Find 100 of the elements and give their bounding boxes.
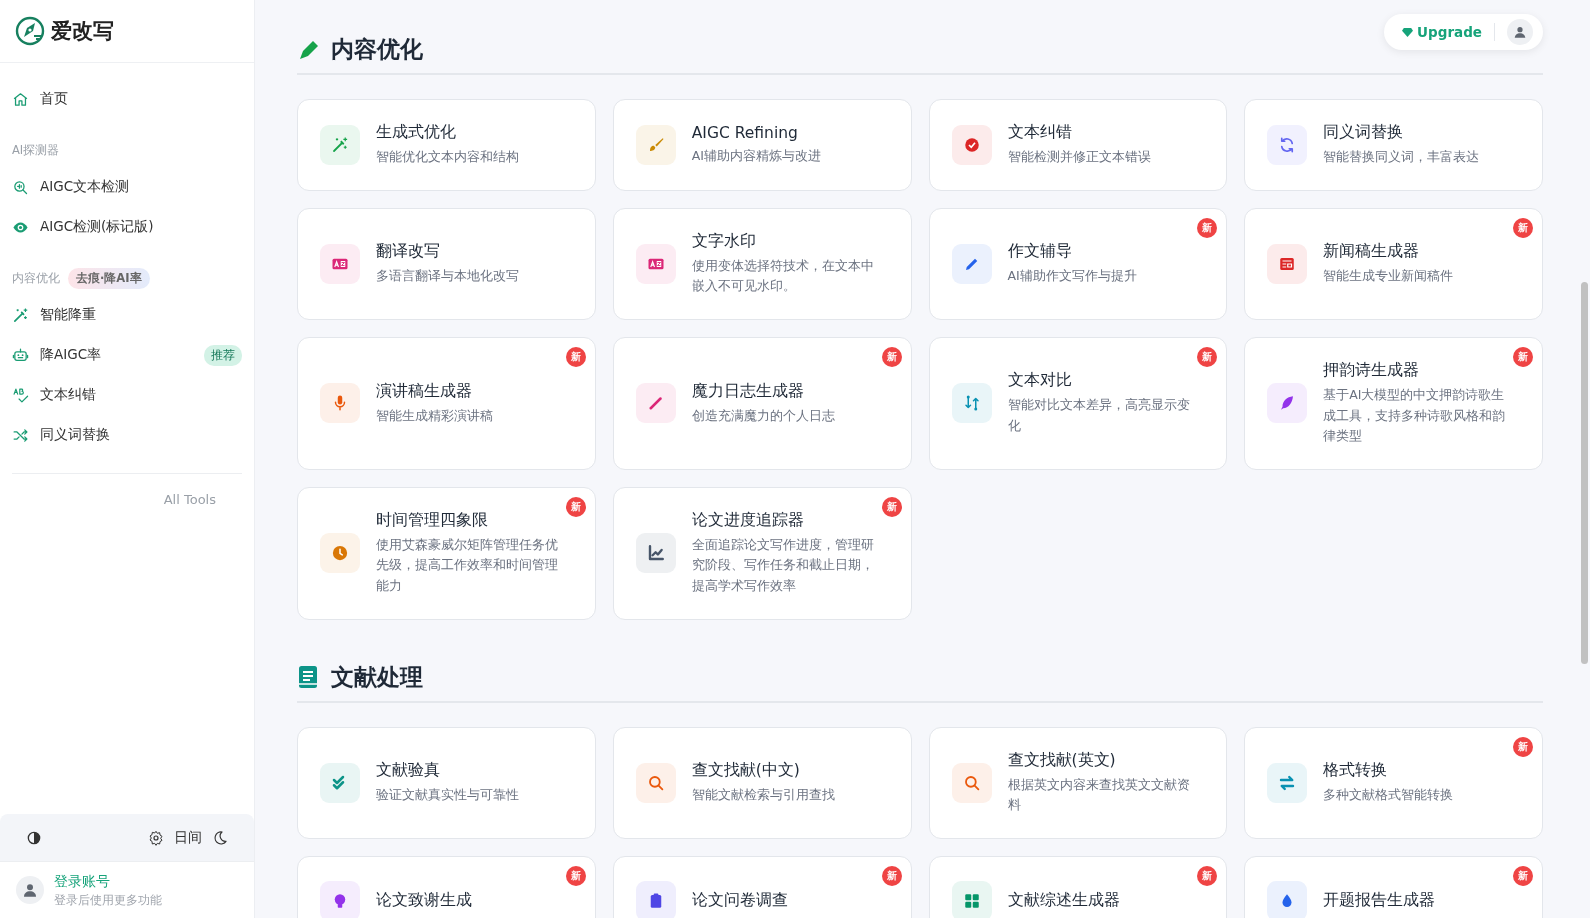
spellcheck-icon (12, 386, 29, 404)
group-label: AI探测器 (12, 142, 60, 158)
robot-icon (12, 346, 29, 364)
tool-card[interactable]: 同义词替换 智能替换同义词，丰富表达 (1244, 99, 1543, 191)
card-description: 基于AI大模型的中文押韵诗歌生成工具，支持多种诗歌风格和韵律类型 (1323, 385, 1507, 446)
card-description: 智能检测并修正文本错误 (1007, 148, 1151, 166)
tool-card[interactable]: AIGC Refining AI辅助内容精炼与改进 (612, 99, 912, 191)
tool-card[interactable]: 查文找献(英文) 根据英文内容来查找英文文献资料 (928, 726, 1228, 839)
card-title: 魔力日志生成器 (691, 380, 805, 402)
card-title: 押韵诗生成器 (1323, 359, 1421, 381)
new-badge: 新 (1513, 346, 1533, 367)
card-title: 时间管理四象限 (376, 509, 489, 531)
tool-card[interactable]: 文献验真 验证文献真实性与可靠性 (297, 726, 596, 839)
recommend-badge: 推荐 (204, 344, 242, 366)
new-badge: 新 (1513, 865, 1533, 886)
card-title: 论文问卷调查 (691, 890, 788, 912)
group-tag: 去痕·降AI率 (68, 267, 150, 289)
nav-item[interactable]: 智能降重 (12, 295, 242, 335)
card-title: 生成式优化 (376, 122, 457, 143)
tool-card[interactable]: 新 论文问卷调查 (612, 855, 912, 918)
tool-card[interactable]: 新 文本对比 智能对比文本差异，高亮显示变化 (928, 336, 1228, 470)
card-title: 查文找献(英文) (1007, 749, 1117, 771)
card-title: 文本对比 (1007, 370, 1073, 392)
contrast-icon[interactable] (26, 829, 42, 846)
tool-card[interactable]: 新 文献综述生成器 (928, 855, 1228, 918)
home-icon (12, 90, 29, 108)
new-badge: 新 (881, 865, 902, 886)
new-badge: 新 (1513, 736, 1533, 757)
nav-item[interactable]: 同义词替换 (12, 415, 242, 455)
tool-card[interactable]: 新 格式转换 多种文献格式智能转换 (1244, 726, 1543, 839)
nav-item[interactable]: AIGC文本检测 (12, 167, 242, 207)
tool-card[interactable]: 新 作文辅导 AI辅助作文写作与提升 (928, 207, 1228, 320)
diamond-icon (1402, 26, 1414, 38)
card-title: 论文进度追踪器 (691, 509, 805, 531)
tool-card[interactable]: 新 新闻稿生成器 智能生成专业新闻稿件 (1244, 207, 1543, 320)
card-description: 根据英文内容来查找英文文献资料 (1007, 775, 1191, 815)
card-title: 文本纠错 (1007, 122, 1073, 143)
card-description: 智能替换同义词，丰富表达 (1323, 148, 1480, 166)
card-description: 智能对比文本差异，高亮显示变化 (1007, 396, 1191, 435)
tool-card[interactable]: 新 论文进度追踪器 全面追踪论文写作进度，管理研究阶段、写作任务和截止日期，提高学术写作效率 (612, 486, 912, 620)
new-badge: 新 (1197, 346, 1218, 367)
card-description: 多种文献格式智能转换 (1323, 785, 1454, 804)
card-description: 智能生成专业新闻稿件 (1323, 266, 1454, 285)
tool-card[interactable]: 翻译改写 多语言翻译与本地化改写 (297, 207, 596, 320)
nav-item[interactable]: 文本纠错 (12, 375, 242, 415)
book-icon (297, 665, 319, 690)
card-title: 翻译改写 (376, 240, 441, 262)
logo-icon (15, 16, 45, 46)
nav-item[interactable]: 降AIGC率 推荐 (12, 335, 242, 375)
tool-card[interactable]: 新 演讲稿生成器 智能生成精彩演讲稿 (297, 336, 596, 470)
card-title: 同义词替换 (1323, 122, 1405, 143)
new-badge: 新 (881, 496, 902, 517)
card-title: 演讲稿生成器 (376, 380, 473, 402)
card-description: 全面追踪论文写作进度，管理研究阶段、写作任务和截止日期，提高学术写作效率 (691, 535, 875, 595)
avatar-icon[interactable] (16, 876, 44, 904)
day-mode-label[interactable]: 日间 (174, 828, 202, 847)
new-badge: 新 (1197, 865, 1218, 886)
shuffle-icon (12, 426, 29, 444)
new-badge: 新 (565, 346, 586, 367)
new-badge: 新 (1513, 217, 1533, 238)
card-title: 查文找献(中文) (691, 759, 801, 781)
card-description: AI辅助内容精炼与改进 (691, 146, 821, 165)
card-title: 论文致谢生成 (376, 890, 472, 912)
card-description: 使用艾森豪威尔矩阵管理任务优先级，提高工作效率和时间管理能力 (376, 535, 559, 595)
card-description: 多语言翻译与本地化改写 (376, 266, 519, 285)
section-title: 文献处理 (331, 662, 423, 692)
card-description: 智能优化文本内容和结构 (376, 148, 519, 166)
new-badge: 新 (881, 346, 902, 367)
card-title: 新闻稿生成器 (1323, 240, 1421, 262)
nav-item[interactable]: 首页 (12, 79, 242, 119)
settings-icon[interactable] (148, 829, 164, 846)
card-title: AIGC Refining (691, 123, 799, 142)
tool-card[interactable]: 文本纠错 智能检测并修正文本错误 (928, 99, 1228, 191)
app-logo-text: 爱改写 (51, 18, 114, 45)
user-icon[interactable] (1507, 19, 1533, 45)
login-hint: 登录后使用更多功能 (54, 892, 162, 908)
tool-card[interactable]: 新 论文致谢生成 (297, 855, 596, 918)
card-description: 智能生成精彩演讲稿 (376, 406, 493, 425)
tool-card[interactable]: 新 魔力日志生成器 创造充满魔力的个人日志 (612, 336, 912, 470)
card-description: 创造充满魔力的个人日志 (691, 406, 835, 425)
tool-card[interactable]: 新 押韵诗生成器 基于AI大模型的中文押韵诗歌生成工具，支持多种诗歌风格和韵律类型 (1244, 336, 1543, 470)
card-title: 格式转换 (1323, 759, 1389, 781)
card-description: 使用变体选择符技术，在文本中嵌入不可见水印。 (691, 256, 875, 296)
scrollbar[interactable] (1581, 282, 1588, 664)
tool-card[interactable]: 新 开题报告生成器 (1244, 855, 1543, 918)
group-label: 内容优化 (12, 270, 60, 286)
tool-card[interactable]: 生成式优化 智能优化文本内容和结构 (297, 99, 596, 191)
card-title: 文献综述生成器 (1007, 890, 1120, 912)
section-title: 内容优化 (331, 35, 423, 64)
tool-card[interactable]: 新 时间管理四象限 使用艾森豪威尔矩阵管理任务优先级，提高工作效率和时间管理能力 (297, 486, 596, 620)
card-description: 验证文献真实性与可靠性 (376, 785, 519, 804)
tool-card[interactable]: 查文找献(中文) 智能文献检索与引用查找 (612, 726, 912, 839)
tool-card[interactable]: 文字水印 使用变体选择符技术，在文本中嵌入不可见水印。 (612, 207, 912, 320)
new-badge: 新 (565, 496, 586, 517)
nav-item[interactable]: AIGC检测(标记版) (12, 207, 242, 247)
magic-wand-icon (12, 306, 29, 324)
card-title: 作文辅导 (1007, 240, 1073, 262)
card-title: 文献验真 (376, 759, 441, 781)
new-badge: 新 (1197, 217, 1218, 238)
moon-icon[interactable] (212, 829, 228, 846)
